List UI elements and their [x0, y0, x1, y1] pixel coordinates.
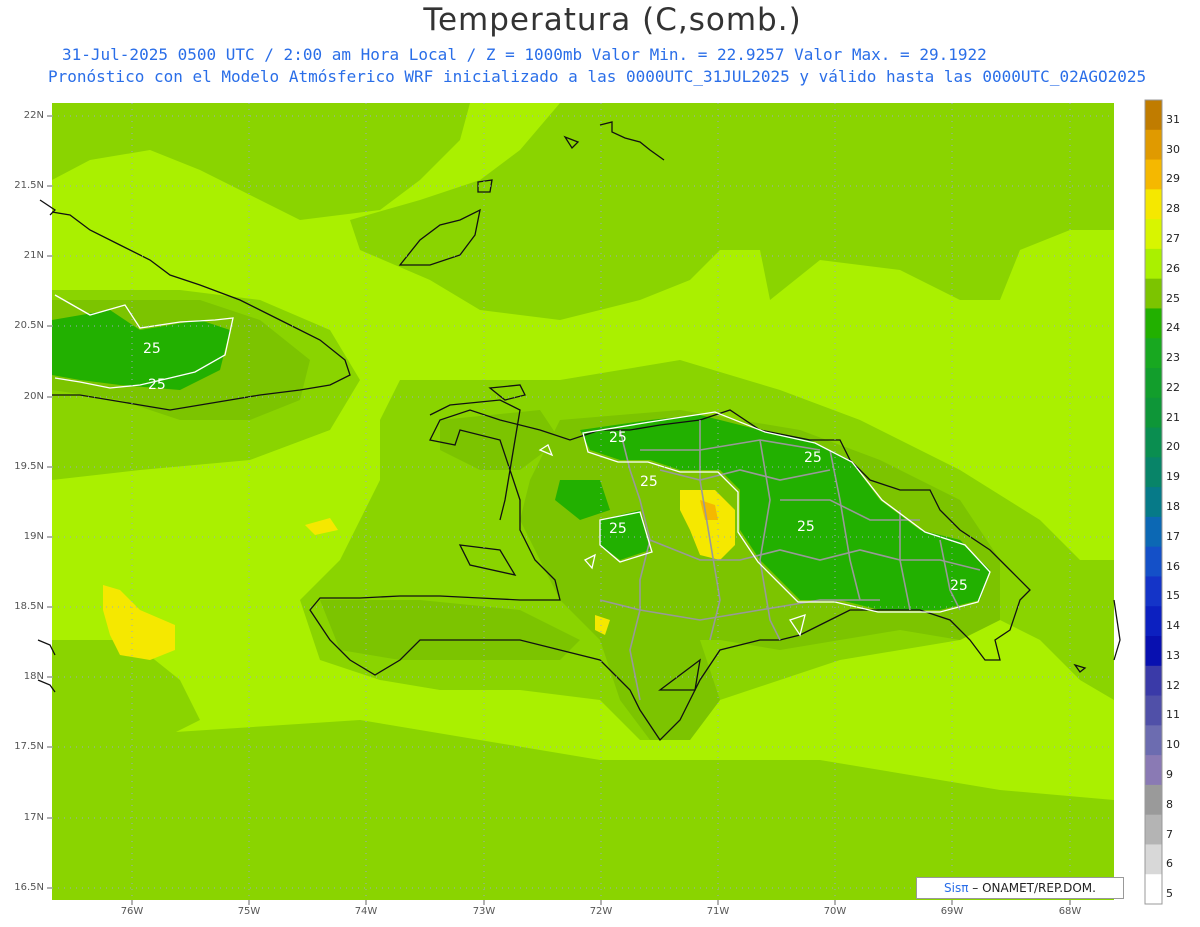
lat-label: 18N — [23, 671, 44, 682]
contour-label: 25 — [148, 377, 166, 393]
colorbar-swatch — [1145, 636, 1162, 667]
colorbar-swatch — [1145, 129, 1162, 161]
colorbar-label: 30 — [1166, 142, 1180, 156]
contour-label: 25 — [804, 450, 822, 466]
lon-label: 74W — [354, 906, 378, 917]
colorbar-label: 29 — [1166, 172, 1180, 186]
colorbar-label: 25 — [1166, 291, 1180, 305]
colorbar-swatch — [1145, 189, 1162, 220]
colorbar-label: 10 — [1166, 738, 1180, 752]
lon-label: 71W — [706, 906, 730, 917]
colorbar-swatch — [1145, 725, 1162, 756]
lat-label: 17N — [23, 812, 44, 823]
lat-label: 17.5N — [14, 741, 44, 752]
colorbar-label: 19 — [1166, 470, 1180, 484]
colorbar-label: 16 — [1166, 559, 1180, 573]
colorbar-swatch — [1145, 308, 1162, 339]
colorbar-label: 22 — [1166, 380, 1180, 394]
colorbar-label: 6 — [1166, 857, 1173, 871]
contour-label: 25 — [950, 578, 968, 594]
colorbar-swatch — [1145, 665, 1162, 697]
colorbar-label: 20 — [1166, 440, 1180, 454]
colorbar-swatch — [1145, 219, 1162, 250]
map: 25 25 25 25 25 25 25 25 — [37, 99, 1163, 905]
lat-label: 21N — [23, 250, 44, 261]
colorbar-swatch — [1145, 755, 1162, 786]
colorbar-label: 31 — [1166, 112, 1180, 126]
colorbar-label: 28 — [1166, 202, 1180, 216]
colorbar-swatch — [1145, 427, 1162, 458]
colorbar-swatch — [1145, 278, 1162, 309]
colorbar-swatch — [1145, 100, 1162, 131]
lat-label: 18.5N — [14, 601, 44, 612]
colorbar-swatch — [1145, 844, 1162, 875]
colorbar-label: 26 — [1166, 261, 1180, 275]
colorbar-swatch — [1145, 874, 1162, 905]
colorbar-swatch — [1145, 487, 1162, 518]
colorbar-label: 12 — [1166, 678, 1180, 692]
colorbar-swatch — [1145, 814, 1162, 845]
colorbar-swatch — [1145, 397, 1162, 429]
colorbar — [1145, 100, 1162, 905]
colorbar-swatch — [1145, 457, 1162, 488]
contour-label: 25 — [640, 474, 658, 490]
colorbar-swatch — [1145, 606, 1162, 637]
colorbar-swatch — [1145, 576, 1162, 607]
colorbar-label: 5 — [1166, 887, 1173, 901]
colorbar-label: 15 — [1166, 589, 1180, 603]
colorbar-swatch — [1145, 695, 1162, 726]
lon-label: 69W — [940, 906, 964, 917]
lat-label: 16.5N — [14, 882, 44, 893]
colorbar-label: 24 — [1166, 321, 1180, 335]
colorbar-label: 7 — [1166, 827, 1173, 841]
colorbar-label: 27 — [1166, 232, 1180, 245]
colorbar-label: 14 — [1166, 619, 1180, 633]
colorbar-swatch — [1145, 159, 1162, 190]
lon-label: 72W — [589, 906, 613, 917]
contour-label: 25 — [143, 341, 161, 357]
lon-label: 75W — [237, 906, 261, 917]
colorbar-swatch — [1145, 248, 1162, 280]
lat-label: 20.5N — [14, 320, 44, 331]
colorbar-label: 17 — [1166, 529, 1180, 543]
contour-label: 25 — [797, 519, 815, 535]
lat-label: 21.5N — [14, 180, 44, 191]
lon-label: 68W — [1058, 906, 1082, 917]
colorbar-label: 18 — [1166, 500, 1180, 513]
colorbar-label: 8 — [1166, 797, 1173, 811]
colorbar-label: 23 — [1166, 351, 1180, 365]
colorbar-label: 13 — [1166, 648, 1180, 662]
colorbar-swatch — [1145, 368, 1162, 399]
lat-label: 19.5N — [14, 461, 44, 472]
contour-label: 25 — [609, 430, 627, 446]
lat-label: 19N — [23, 531, 44, 542]
lat-label: 20N — [23, 391, 44, 402]
lat-label: 22N — [23, 110, 44, 121]
colorbar-swatch — [1145, 516, 1162, 548]
colorbar-swatch — [1145, 784, 1162, 816]
lon-label: 76W — [120, 906, 144, 917]
credit-box: Sisπ – ONAMET/REP.DOM. — [916, 877, 1124, 899]
colorbar-swatch — [1145, 338, 1162, 369]
colorbar-label: 9 — [1166, 768, 1173, 781]
colorbar-label: 11 — [1166, 708, 1180, 722]
contour-label: 25 — [609, 521, 627, 537]
credit-sis: Sisπ — [944, 881, 969, 895]
colorbar-label: 21 — [1166, 410, 1180, 424]
lon-label: 73W — [472, 906, 496, 917]
colorbar-swatch — [1145, 546, 1162, 577]
lon-label: 70W — [823, 906, 847, 917]
credit-agency: – ONAMET/REP.DOM. — [968, 881, 1096, 895]
